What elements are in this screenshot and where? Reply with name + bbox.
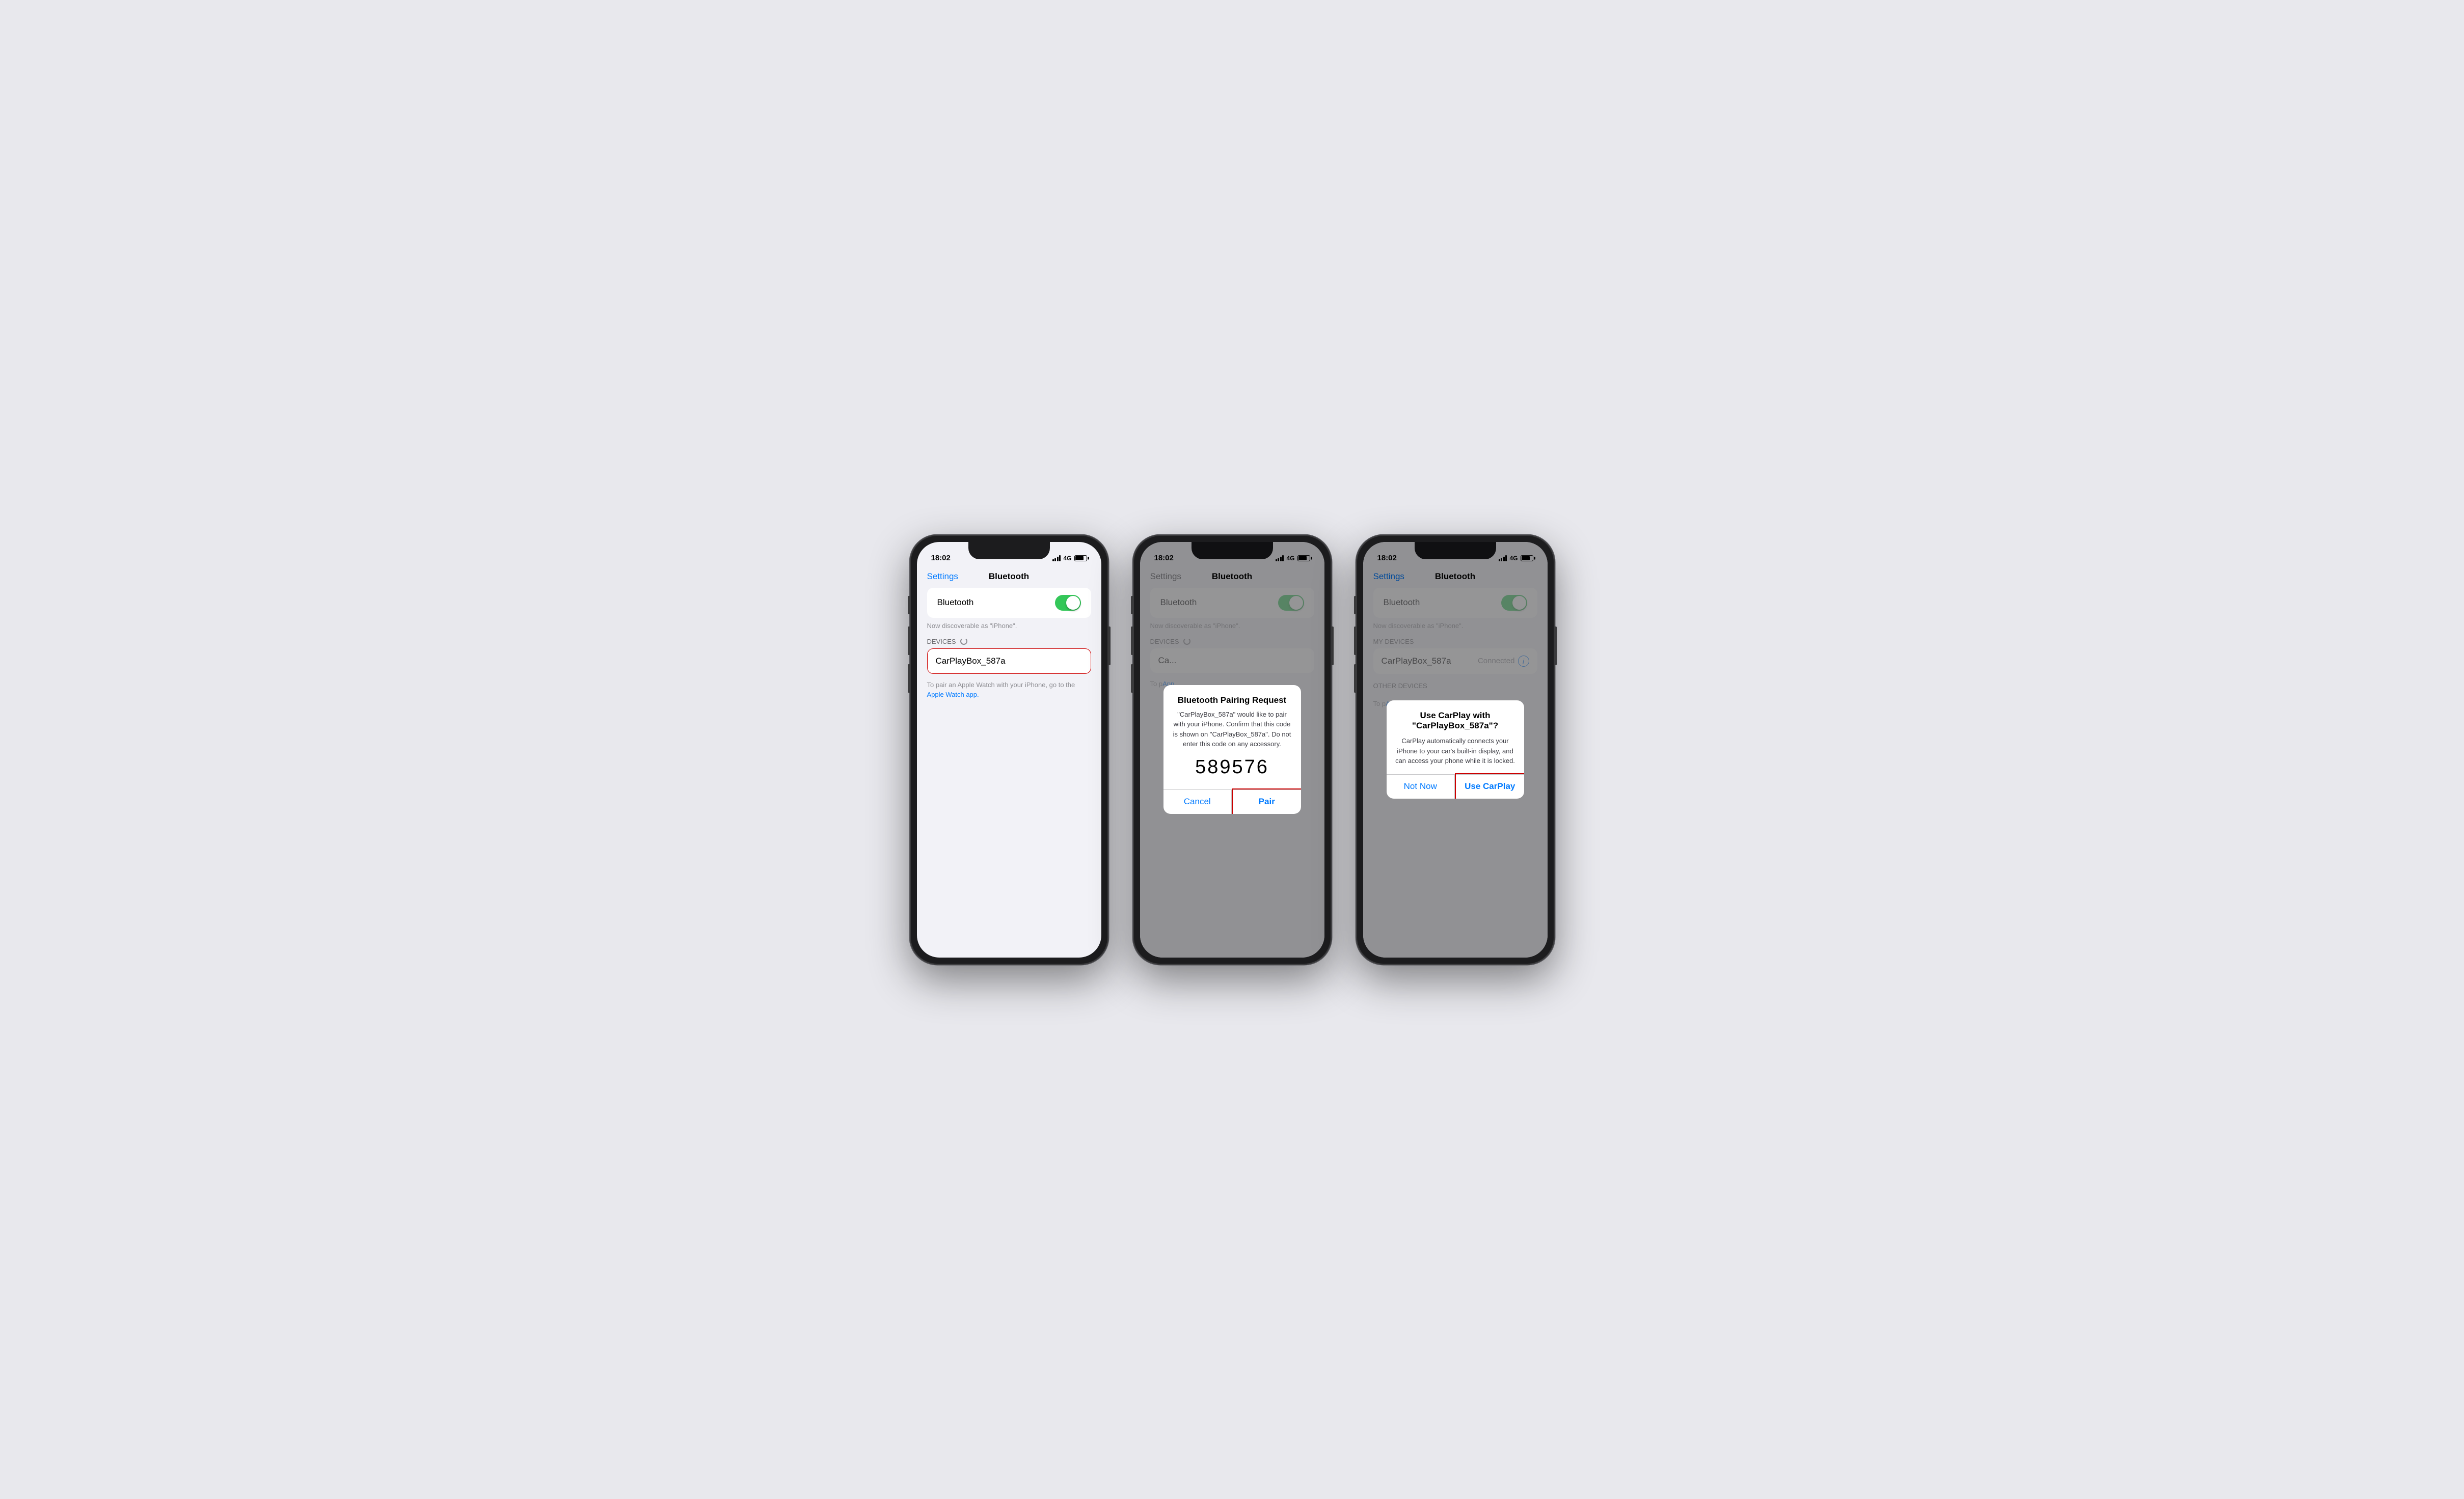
nav-header-1: Settings Bluetooth xyxy=(917,567,1101,588)
nav-back-1[interactable]: Settings xyxy=(927,571,958,582)
carplay-dialog-message: CarPlay automatically connects your iPho… xyxy=(1395,736,1516,766)
cancel-button[interactable]: Cancel xyxy=(1163,789,1232,814)
devices-header-1: DEVICES xyxy=(917,630,1101,648)
signal-label-1: 4G xyxy=(1063,555,1071,562)
pairing-overlay: Bluetooth Pairing Request "CarPlayBox_58… xyxy=(1140,542,1324,958)
pairing-dialog-title: Bluetooth Pairing Request xyxy=(1172,695,1293,705)
carplay-overlay: Use CarPlay with"CarPlayBox_587a"? CarPl… xyxy=(1363,542,1548,958)
pairing-dialog-buttons: Cancel Pair xyxy=(1163,789,1301,814)
signal-bars-1 xyxy=(1052,555,1061,561)
footer-text-1: To pair an Apple Watch with your iPhone,… xyxy=(917,674,1101,706)
not-now-button[interactable]: Not Now xyxy=(1387,774,1455,799)
phones-container: 18:02 4G Se xyxy=(910,535,1555,965)
status-right-1: 4G xyxy=(1052,555,1087,562)
carplay-dialog-title: Use CarPlay with"CarPlayBox_587a"? xyxy=(1395,711,1516,731)
nav-title-1: Bluetooth xyxy=(989,571,1029,582)
device-row-1[interactable]: CarPlayBox_587a xyxy=(927,648,1091,674)
battery-1 xyxy=(1074,555,1087,561)
notch-1 xyxy=(968,542,1050,559)
footer-link-1[interactable]: Apple Watch app. xyxy=(927,691,979,698)
bluetooth-toggle-row-1: Bluetooth xyxy=(927,588,1091,618)
pairing-dialog: Bluetooth Pairing Request "CarPlayBox_58… xyxy=(1163,685,1301,814)
carplay-dialog: Use CarPlay with"CarPlayBox_587a"? CarPl… xyxy=(1387,700,1524,799)
pair-button[interactable]: Pair xyxy=(1232,788,1301,814)
use-carplay-button[interactable]: Use CarPlay xyxy=(1455,773,1524,799)
carplay-dialog-buttons: Not Now Use CarPlay xyxy=(1387,774,1524,799)
bluetooth-label-1: Bluetooth xyxy=(937,597,974,608)
spinner-1 xyxy=(960,638,967,645)
bluetooth-toggle-1[interactable] xyxy=(1055,595,1081,611)
pairing-code: 589576 xyxy=(1172,756,1293,778)
device-name-1: CarPlayBox_587a xyxy=(936,656,1006,666)
phone-3: 18:02 4G Se xyxy=(1356,535,1555,965)
pairing-dialog-message: "CarPlayBox_587a" would like to pair wit… xyxy=(1172,710,1293,749)
phone-2: 18:02 4G Se xyxy=(1133,535,1332,965)
discoverable-text-1: Now discoverable as "iPhone". xyxy=(917,618,1101,630)
status-time-1: 18:02 xyxy=(931,554,951,562)
phone-1: 18:02 4G Se xyxy=(910,535,1108,965)
